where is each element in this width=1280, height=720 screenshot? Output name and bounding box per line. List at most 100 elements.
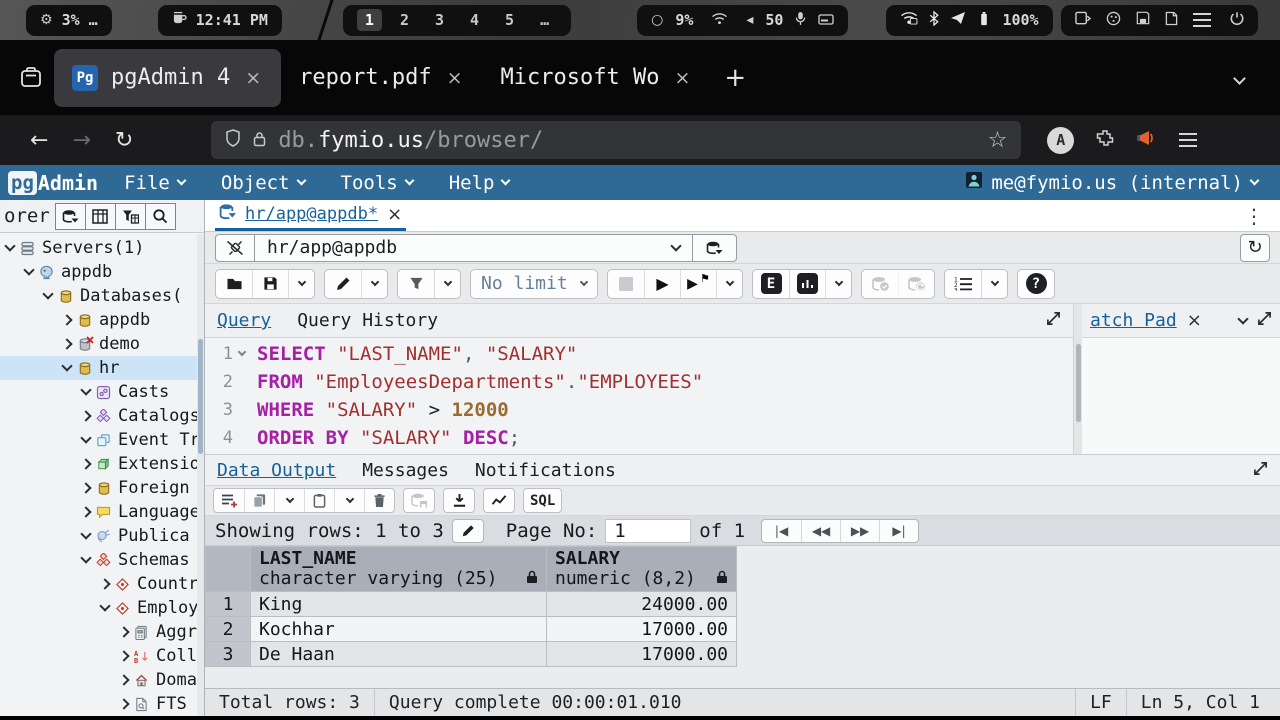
commit-button[interactable] (862, 270, 898, 298)
paste-button[interactable] (304, 489, 334, 512)
help-button[interactable]: ? (1018, 270, 1054, 298)
chevron-down-icon[interactable] (80, 432, 91, 443)
workspace-2[interactable]: 2 (392, 9, 417, 31)
open-file-button[interactable] (216, 270, 252, 298)
menu-icon[interactable] (1193, 19, 1211, 21)
execute-button[interactable]: ▶ (644, 270, 680, 298)
workspace-…[interactable]: … (532, 9, 557, 31)
copy-chevron-icon[interactable] (274, 489, 304, 512)
tree-item-aggre[interactable]: Aggre (0, 620, 204, 644)
row-limit-select[interactable]: No limit (470, 269, 598, 299)
fold-chevron-icon[interactable] (233, 353, 251, 355)
next-page-button[interactable]: ▶▶ (840, 520, 879, 542)
chevron-right-icon[interactable] (61, 314, 72, 325)
workspace-1[interactable]: 1 (357, 9, 382, 31)
tab-list-chevron-icon[interactable] (1235, 68, 1244, 87)
menu-file[interactable]: File (124, 172, 185, 194)
tree-item-hr[interactable]: hr (0, 356, 204, 380)
macros-chevron-icon[interactable] (981, 270, 1007, 298)
explain-button[interactable]: E (753, 270, 789, 298)
cell-last_name[interactable]: King (251, 592, 547, 617)
chevron-right-icon[interactable] (99, 578, 110, 589)
execute-chevron-icon[interactable] (716, 270, 742, 298)
explain-options-chevron-icon[interactable] (825, 270, 851, 298)
save-file-button[interactable] (252, 270, 288, 298)
close-icon[interactable]: × (387, 204, 402, 225)
scratch-pad-body[interactable] (1082, 338, 1280, 454)
search-icon[interactable] (145, 203, 176, 230)
sql-line-2[interactable]: 2FROM "EmployeesDepartments"."EMPLOYEES" (205, 368, 1073, 396)
clock-indicator[interactable]: 12:41 PM (158, 5, 282, 36)
stop-button[interactable] (608, 270, 644, 298)
add-row-button[interactable] (214, 489, 244, 512)
download-button[interactable] (444, 489, 474, 512)
chevron-right-icon[interactable] (80, 482, 91, 493)
new-tab-button[interactable]: + (710, 63, 760, 93)
tree-item-servers-1[interactable]: Servers(1) (0, 236, 204, 260)
sql-editor[interactable]: 1SELECT "LAST_NAME", "SALARY"2FROM "Empl… (205, 338, 1073, 454)
grid-corner-cell[interactable] (206, 547, 251, 592)
last-page-button[interactable]: ▶| (879, 520, 918, 542)
browser-tab-report[interactable]: report.pdf × (281, 49, 482, 107)
tree-item-countr[interactable]: Countr (0, 572, 204, 596)
cell-last_name[interactable]: De Haan (251, 642, 547, 667)
connectivity-indicators[interactable]: 100% (886, 5, 1052, 36)
expand-editor-icon[interactable] (1046, 310, 1061, 331)
url-bar[interactable]: db.fymio.us/browser/ ☆ (211, 121, 1021, 159)
workspace-4[interactable]: 4 (462, 9, 487, 31)
display-icon[interactable] (1075, 11, 1091, 30)
browser-tab-word[interactable]: Microsoft Wo × (483, 49, 711, 107)
reload-button[interactable]: ↻ (103, 128, 145, 153)
tree-item-foreign[interactable]: Foreign (0, 476, 204, 500)
data-grid[interactable]: LAST_NAMEcharacter varying (25)SALARYnum… (205, 546, 737, 667)
edit-button[interactable] (325, 270, 361, 298)
user-menu[interactable]: me@fymio.us (internal) (965, 171, 1258, 194)
first-page-button[interactable]: |◀ (762, 520, 801, 542)
connect-server-button[interactable] (55, 203, 86, 230)
sql-line-4[interactable]: 4ORDER BY "SALARY" DESC; (205, 424, 1073, 452)
chevron-down-icon[interactable] (23, 264, 34, 275)
tree-item-catalogs[interactable]: Catalogs (0, 404, 204, 428)
tree-scrollbar-thumb[interactable] (198, 339, 203, 454)
chevron-right-icon[interactable] (80, 458, 91, 469)
editor-scrollbar-thumb[interactable] (1076, 344, 1081, 422)
tree-item-publica[interactable]: Publica (0, 524, 204, 548)
connection-select[interactable]: hr/app@appdb (255, 234, 693, 262)
paste-chevron-icon[interactable] (334, 489, 364, 512)
rollback-button[interactable] (898, 270, 934, 298)
cell-last_name[interactable]: Kochhar (251, 617, 547, 642)
editor-scrollbar[interactable] (1073, 304, 1082, 454)
menu-tools[interactable]: Tools (341, 172, 413, 194)
forward-button[interactable]: → (60, 128, 102, 153)
chevron-right-icon[interactable] (118, 626, 129, 637)
cpu-indicator[interactable]: ⚙ 3% … (26, 5, 112, 36)
row-number[interactable]: 2 (206, 617, 251, 642)
explain-analyze-button[interactable] (789, 270, 825, 298)
tree-item-colla[interactable]: ABColla (0, 644, 204, 668)
tree-item-language[interactable]: Language (0, 500, 204, 524)
close-tab-icon[interactable]: × (672, 67, 692, 89)
tree-item-fts-c[interactable]: FTS C (0, 692, 204, 716)
save-data-button[interactable] (404, 489, 434, 512)
delete-row-button[interactable] (364, 489, 394, 512)
theme-icon[interactable] (1106, 11, 1121, 30)
eol-indicator[interactable]: LF (1075, 689, 1126, 716)
chevron-down-icon[interactable] (80, 552, 91, 563)
workspace-3[interactable]: 3 (427, 9, 452, 31)
tab-overview-icon[interactable] (12, 59, 50, 97)
column-header-last_name[interactable]: LAST_NAMEcharacter varying (25) (251, 547, 547, 592)
tree-item-extensio[interactable]: Extensio (0, 452, 204, 476)
tree-item-demo[interactable]: demo (0, 332, 204, 356)
row-number[interactable]: 3 (206, 642, 251, 667)
column-header-salary[interactable]: SALARYnumeric (8,2) (547, 547, 737, 592)
chevron-down-icon[interactable] (80, 384, 91, 395)
kebab-menu-icon[interactable]: ⋮ (1238, 204, 1270, 228)
edit-range-button[interactable] (452, 519, 484, 543)
tree-item-employ[interactable]: Employ (0, 596, 204, 620)
tree-item-event-tr[interactable]: Event Tr (0, 428, 204, 452)
table-row[interactable]: 2Kochhar17000.00 (206, 617, 737, 642)
chevron-right-icon[interactable] (118, 698, 129, 709)
menu-help[interactable]: Help (449, 172, 510, 194)
browser-menu-icon[interactable] (1179, 139, 1197, 141)
tab-query-history[interactable]: Query History (297, 310, 438, 331)
